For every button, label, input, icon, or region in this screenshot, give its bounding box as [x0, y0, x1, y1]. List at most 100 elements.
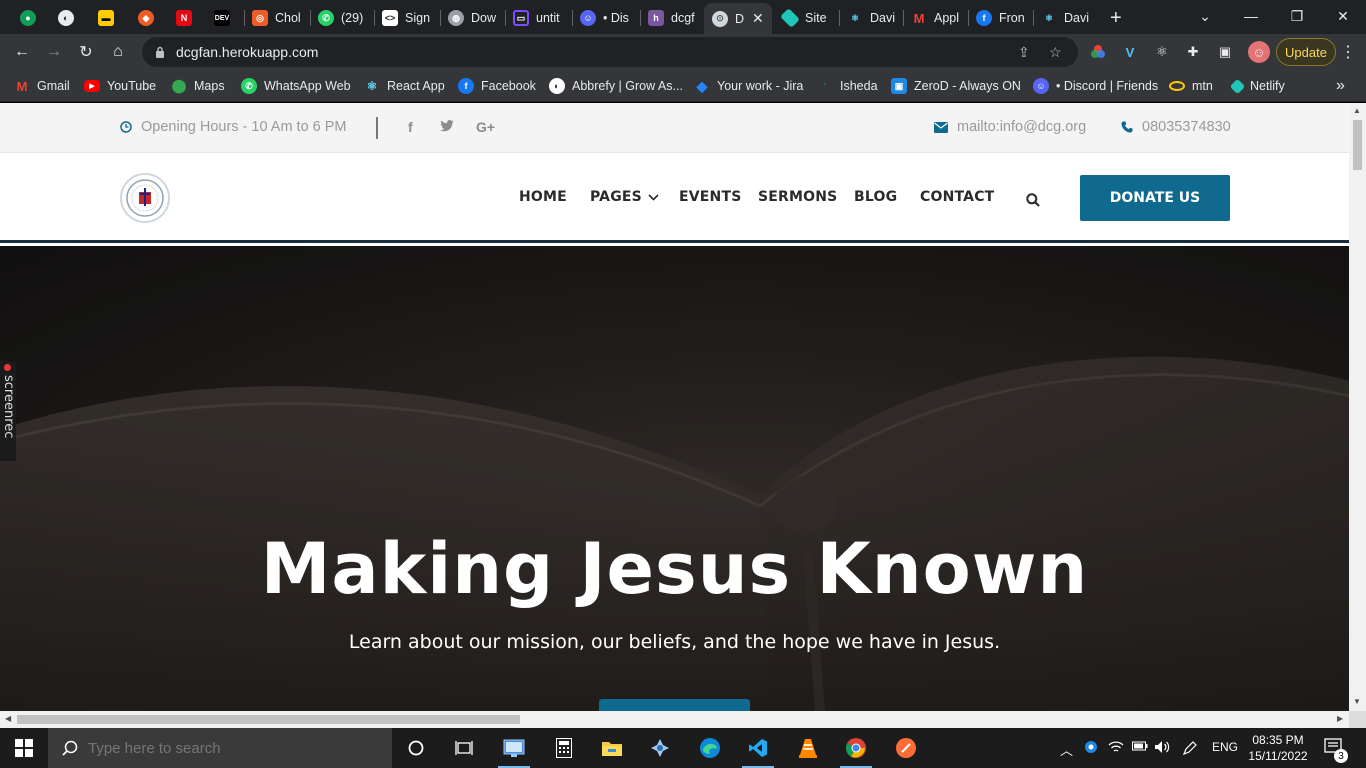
- menu-kebab-icon[interactable]: ⋮: [1340, 42, 1356, 62]
- tab-chol[interactable]: ◎ Chol: [244, 5, 308, 31]
- horizontal-scroll-thumb[interactable]: [17, 715, 520, 724]
- bookmark-facebook[interactable]: f Facebook: [458, 76, 536, 96]
- tab-frontend[interactable]: f Fron: [968, 5, 1032, 31]
- tab-dcgf-heroku[interactable]: h dcgf: [640, 5, 702, 31]
- start-button[interactable]: [0, 728, 48, 768]
- new-tab-button[interactable]: +: [1106, 5, 1132, 31]
- bookmarks-overflow-icon[interactable]: »: [1336, 76, 1345, 96]
- nav-events[interactable]: EVENTS: [679, 189, 742, 205]
- tab-site[interactable]: Site: [774, 5, 838, 31]
- bookmark-gmail[interactable]: M Gmail: [14, 76, 70, 96]
- address-bar[interactable]: ⇪ ☆: [142, 37, 1078, 67]
- tab-sign[interactable]: <> Sign: [374, 5, 438, 31]
- tray-app-icon[interactable]: [1084, 740, 1098, 757]
- donate-button[interactable]: DONATE US: [1080, 175, 1230, 221]
- google-plus-icon[interactable]: G+: [476, 119, 495, 135]
- close-tab-icon[interactable]: ✕: [752, 10, 764, 27]
- bookmark-youtube[interactable]: ▶ YouTube: [84, 76, 156, 96]
- bookmark-maps[interactable]: ⬤ Maps: [171, 76, 225, 96]
- update-button[interactable]: Update: [1276, 38, 1336, 66]
- edge-browser-icon[interactable]: [686, 728, 734, 768]
- scroll-right-arrow-icon[interactable]: ▶: [1337, 714, 1343, 723]
- tray-overflow-chevron-icon[interactable]: ︿: [1060, 740, 1073, 759]
- profile-avatar[interactable]: ☺: [1248, 41, 1270, 63]
- forward-button[interactable]: →: [41, 39, 67, 65]
- nav-blog[interactable]: BLOG: [854, 189, 897, 205]
- tab-discord[interactable]: ☺ • Dis: [572, 5, 638, 31]
- system-clock[interactable]: 08:35 PM 15/11/2022: [1238, 732, 1318, 764]
- vertical-scroll-thumb[interactable]: [1353, 120, 1362, 170]
- vscode-icon[interactable]: [734, 728, 782, 768]
- scroll-up-arrow-icon[interactable]: ▲: [1353, 106, 1361, 115]
- contact-email[interactable]: mailto:info@dcg.org: [934, 119, 1086, 135]
- tab-untitled[interactable]: ▭ untit: [505, 5, 571, 31]
- facebook-icon[interactable]: f: [408, 119, 413, 135]
- bookmark-whatsapp[interactable]: ✆ WhatsApp Web: [241, 76, 351, 96]
- react-devtools-icon[interactable]: ⚛: [1153, 43, 1171, 61]
- bookmark-jira[interactable]: ◆ Your work - Jira: [694, 76, 804, 96]
- scroll-left-arrow-icon[interactable]: ◀: [5, 714, 11, 723]
- nav-sermons[interactable]: SERMONS: [758, 189, 837, 205]
- nav-contact[interactable]: CONTACT: [920, 189, 994, 205]
- church-logo[interactable]: [120, 173, 170, 223]
- tab-david-1[interactable]: ⚛ Davi: [839, 5, 903, 31]
- hero-cta-button[interactable]: [599, 699, 750, 711]
- bookmark-netlify[interactable]: Netlify: [1229, 76, 1285, 96]
- language-indicator[interactable]: ENG: [1212, 740, 1238, 754]
- bookmark-abbrefy[interactable]: ◐ Abbrefy | Grow As...: [549, 76, 683, 96]
- tab-n[interactable]: N: [168, 5, 202, 31]
- nav-home[interactable]: HOME: [519, 189, 567, 205]
- share-icon[interactable]: ⇪: [1018, 44, 1030, 61]
- cortana-icon[interactable]: [392, 728, 440, 768]
- vertical-scrollbar[interactable]: ▲ ▼: [1349, 103, 1366, 711]
- tab-github[interactable]: ◐: [50, 5, 84, 31]
- tab-search-icon[interactable]: ⌄: [1190, 4, 1220, 28]
- calculator-icon[interactable]: [540, 728, 588, 768]
- task-view-icon[interactable]: [440, 728, 488, 768]
- wifi-icon[interactable]: [1108, 740, 1124, 757]
- taskbar-search-box[interactable]: [48, 728, 392, 768]
- back-button[interactable]: ←: [9, 39, 35, 65]
- horizontal-scrollbar[interactable]: ◀ ▶: [0, 711, 1349, 728]
- reload-button[interactable]: ↻: [73, 39, 99, 65]
- nav-pages[interactable]: PAGES: [590, 189, 659, 205]
- tab-postman[interactable]: ◆: [130, 5, 164, 31]
- side-panel-icon[interactable]: ▣: [1216, 43, 1234, 61]
- battery-icon[interactable]: [1132, 740, 1148, 755]
- scroll-down-arrow-icon[interactable]: ▼: [1353, 697, 1361, 706]
- screenrec-widget[interactable]: screenrec: [0, 361, 16, 461]
- vimeo-extension-icon[interactable]: V: [1121, 43, 1139, 61]
- file-explorer-icon[interactable]: [588, 728, 636, 768]
- tab-active-dcg[interactable]: ⊙ D ✕: [704, 3, 772, 34]
- twitter-icon[interactable]: [440, 119, 454, 135]
- home-button[interactable]: ⌂: [105, 39, 131, 65]
- extensions-puzzle-icon[interactable]: ✚: [1184, 43, 1202, 61]
- tab-dev[interactable]: DEV: [206, 5, 242, 31]
- postman-icon[interactable]: [882, 728, 930, 768]
- tab-mtn[interactable]: ▬: [90, 5, 124, 31]
- chrome-icon[interactable]: [832, 728, 880, 768]
- taskbar-search-input[interactable]: [88, 739, 368, 757]
- bookmark-react-app[interactable]: ⚛ React App: [364, 76, 445, 96]
- screen-app-icon[interactable]: [490, 728, 538, 768]
- tab-apply[interactable]: M Appl: [903, 5, 967, 31]
- minimize-button[interactable]: —: [1236, 4, 1266, 28]
- color-extension-icon[interactable]: [1089, 43, 1107, 61]
- tab-leaf[interactable]: ●: [12, 5, 44, 31]
- tab-david-2[interactable]: ⚛ Davi: [1033, 5, 1097, 31]
- tab-whatsapp[interactable]: ✆ (29): [310, 5, 374, 31]
- search-icon[interactable]: [1026, 193, 1040, 211]
- bookmark-mtn[interactable]: mtn: [1169, 76, 1213, 96]
- bookmark-star-icon[interactable]: ☆: [1049, 44, 1062, 61]
- pen-ink-icon[interactable]: [1182, 740, 1198, 759]
- bookmark-zerod[interactable]: ▣ ZeroD - Always ON: [891, 76, 1021, 96]
- contact-phone[interactable]: 08035374830: [1121, 119, 1231, 135]
- restore-button[interactable]: ❐: [1282, 4, 1312, 28]
- tab-download[interactable]: ◍ Dow: [440, 5, 504, 31]
- close-window-button[interactable]: ✕: [1328, 4, 1358, 28]
- volume-icon[interactable]: [1154, 740, 1170, 757]
- gamepad-app-icon[interactable]: [636, 728, 684, 768]
- bookmark-discord[interactable]: ☺ • Discord | Friends: [1033, 76, 1158, 96]
- url-input[interactable]: [176, 44, 876, 60]
- vlc-icon[interactable]: [784, 728, 832, 768]
